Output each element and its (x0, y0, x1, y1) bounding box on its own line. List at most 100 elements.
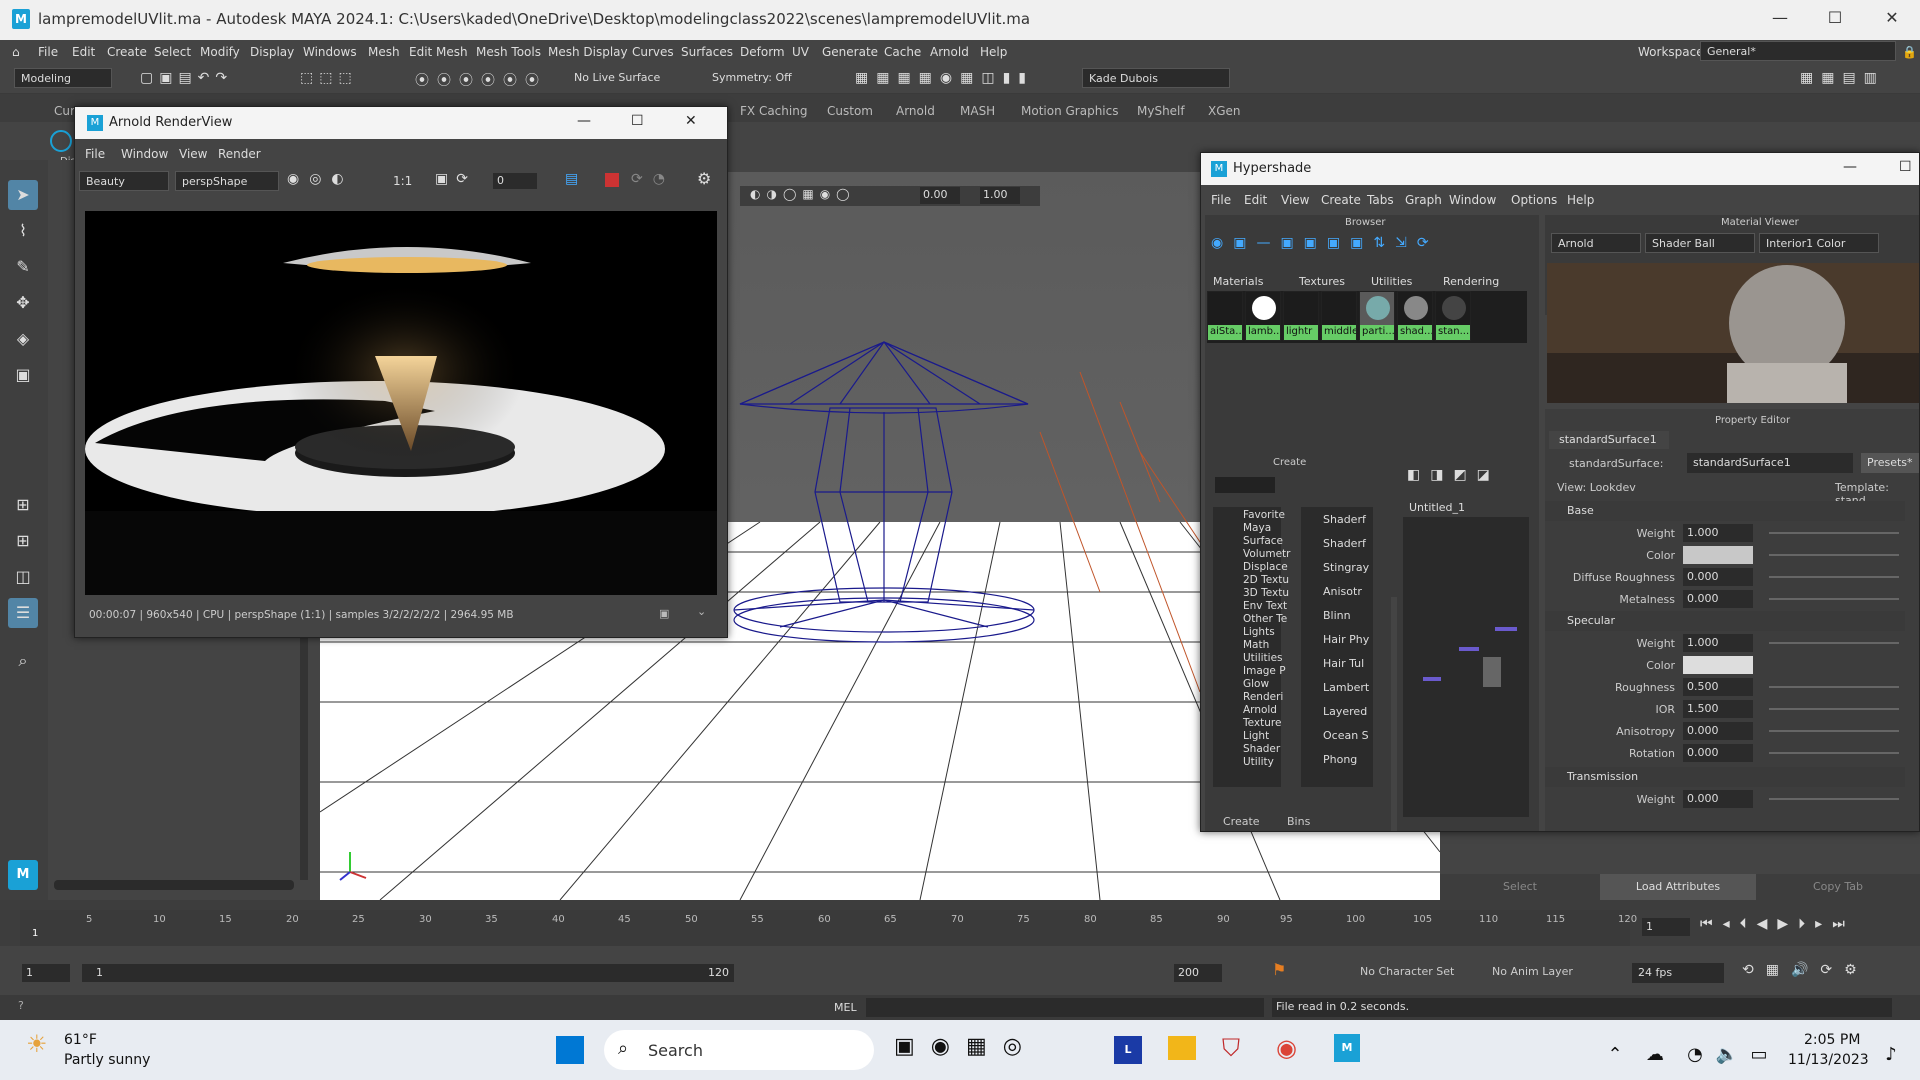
hs-menu-window[interactable]: Window (1449, 193, 1496, 207)
presets-button[interactable]: Presets* (1861, 453, 1919, 473)
property-tab[interactable]: standardSurface1 (1549, 431, 1669, 449)
section-specular[interactable]: Specular (1545, 611, 1905, 631)
chevron-up-icon[interactable]: ⌃ (1600, 1040, 1630, 1070)
tab-rendering[interactable]: Rendering (1443, 275, 1499, 288)
material-preview-image[interactable] (1547, 263, 1919, 403)
chevron-down-icon[interactable]: ⌄ (697, 605, 706, 618)
script-language[interactable]: MEL (834, 1001, 857, 1014)
ratio-button[interactable]: 1:1 (393, 174, 412, 188)
specular-weight-field[interactable]: 1.000 (1683, 634, 1753, 652)
viewer-env-select[interactable]: Interior1 Color (1759, 233, 1879, 253)
menu-mesh-tools[interactable]: Mesh Tools (476, 45, 541, 59)
node-name-field[interactable]: standardSurface1 (1687, 453, 1853, 473)
wifi-icon[interactable]: ◔ (1680, 1040, 1710, 1070)
settings-gear-icon[interactable]: ⚙ (697, 169, 711, 188)
range-end-field[interactable]: 200 (1174, 964, 1222, 982)
pinned-app-icons[interactable]: ▣◉▦◎ (894, 1034, 1038, 1059)
specular-color-swatch[interactable] (1683, 656, 1753, 674)
current-frame-marker[interactable]: 1 (32, 928, 38, 939)
tab-custom[interactable]: Custom (827, 104, 873, 118)
circle-icon[interactable] (50, 130, 72, 152)
node-graph-canvas[interactable] (1403, 517, 1529, 817)
camera-select[interactable]: perspShape (175, 171, 279, 191)
specular-roughness-slider[interactable] (1769, 686, 1899, 688)
layout-two-icon[interactable]: ◫ (8, 562, 38, 592)
rv-menu-view[interactable]: View (179, 147, 207, 161)
tab-materials[interactable]: Materials (1213, 275, 1263, 288)
auto-key-icon[interactable]: ⚑ (1272, 960, 1286, 979)
taskbar-search[interactable]: ⌕ Search (604, 1030, 874, 1070)
battery-icon[interactable]: ▭ (1744, 1040, 1774, 1070)
render-control-icons[interactable]: ◉◎◐ (287, 171, 354, 187)
snapshot-icon[interactable]: ▣ (659, 607, 669, 620)
hs-menu-view[interactable]: View (1281, 193, 1309, 207)
time-slider[interactable]: 5 10 15 20 25 30 35 40 45 50 55 60 65 70… (0, 900, 1920, 946)
start-icon[interactable] (556, 1036, 584, 1064)
specular-roughness-field[interactable]: 0.500 (1683, 678, 1753, 696)
renderview-maximize[interactable]: ☐ (631, 113, 644, 129)
range-bar[interactable]: 1 120 (82, 964, 734, 982)
clock-date[interactable]: 11/13/2023 (1788, 1052, 1869, 1068)
range-start-field[interactable]: 1 (22, 964, 70, 982)
menu-mesh-display[interactable]: Mesh Display (548, 45, 628, 59)
tab-bins[interactable]: Bins (1287, 815, 1310, 828)
rotation-slider[interactable] (1769, 752, 1899, 754)
rv-menu-file[interactable]: File (85, 147, 105, 161)
material-swatch[interactable]: lightr (1283, 291, 1319, 341)
move-tool-icon[interactable]: ✥ (8, 288, 38, 318)
refresh-icons[interactable]: ⟳◔ (631, 171, 675, 187)
minimize-button[interactable]: — (1760, 8, 1800, 27)
close-button[interactable]: ✕ (1872, 8, 1912, 27)
graph-tab[interactable]: Untitled_1 (1409, 501, 1465, 514)
lock-icon[interactable]: 🔒 (1902, 45, 1917, 59)
metalness-slider[interactable] (1769, 598, 1899, 600)
browser-tool-icons[interactable]: ◉▣—▣▣▣▣⇅⇲⟳ (1211, 235, 1439, 251)
base-weight-field[interactable]: 1.000 (1683, 524, 1753, 542)
ior-slider[interactable] (1769, 708, 1899, 710)
rv-menu-window[interactable]: Window (121, 147, 168, 161)
material-swatch[interactable]: lamb... (1245, 291, 1281, 341)
menu-file[interactable]: File (38, 45, 58, 59)
renderview-minimize[interactable]: — (577, 113, 591, 129)
exposure-field[interactable]: 0 (493, 173, 537, 189)
hs-menu-help[interactable]: Help (1567, 193, 1594, 207)
region-icons[interactable]: ▣⟳ (435, 171, 476, 187)
timeline-track[interactable]: 5 10 15 20 25 30 35 40 45 50 55 60 65 70… (20, 910, 1637, 946)
menu-curves[interactable]: Curves (632, 45, 674, 59)
menu-edit[interactable]: Edit (72, 45, 95, 59)
aov-select[interactable]: Beauty (79, 171, 169, 191)
tab-utilities[interactable]: Utilities (1371, 275, 1412, 288)
tab-create[interactable]: Create (1223, 815, 1260, 828)
menu-uv[interactable]: UV (792, 45, 809, 59)
menu-surfaces[interactable]: Surfaces (681, 45, 733, 59)
character-set-select[interactable]: No Character Set (1360, 965, 1454, 978)
ior-field[interactable]: 1.500 (1683, 700, 1753, 718)
app-l-icon[interactable]: L (1114, 1036, 1142, 1064)
workspace-select[interactable]: General* (1700, 41, 1896, 61)
menu-cache[interactable]: Cache (884, 45, 921, 59)
hs-menu-create[interactable]: Create (1321, 193, 1361, 207)
current-frame-field[interactable]: 1 (1642, 918, 1690, 936)
diffuse-roughness-slider[interactable] (1769, 576, 1899, 578)
maya-home-icon[interactable]: M (8, 860, 38, 890)
playback-option-icons[interactable]: ⟲▦🔊⟳⚙ (1742, 962, 1869, 978)
render-image[interactable] (85, 211, 717, 595)
menu-windows[interactable]: Windows (303, 45, 357, 59)
hypershade-minimize[interactable]: — (1843, 159, 1857, 175)
menu-modify[interactable]: Modify (200, 45, 240, 59)
rv-menu-render[interactable]: Render (218, 147, 261, 161)
command-input[interactable] (866, 998, 1264, 1017)
transmission-weight-field[interactable]: 0.000 (1683, 790, 1753, 808)
renderview-close[interactable]: ✕ (685, 113, 697, 129)
transmission-weight-slider[interactable] (1769, 798, 1899, 800)
menu-select[interactable]: Select (154, 45, 191, 59)
rotate-tool-icon[interactable]: ◈ (8, 324, 38, 354)
notification-bell-icon[interactable]: ♪ (1876, 1040, 1906, 1070)
mode-select[interactable]: Modeling (14, 68, 112, 88)
user-account[interactable]: Kade Dubois (1082, 68, 1230, 88)
tab-motion-graphics[interactable]: Motion Graphics (1021, 104, 1119, 118)
hs-menu-options[interactable]: Options (1511, 193, 1557, 207)
hs-menu-graph[interactable]: Graph (1405, 193, 1442, 207)
material-swatch[interactable]: stan... (1435, 291, 1471, 341)
base-color-swatch[interactable] (1683, 546, 1753, 564)
